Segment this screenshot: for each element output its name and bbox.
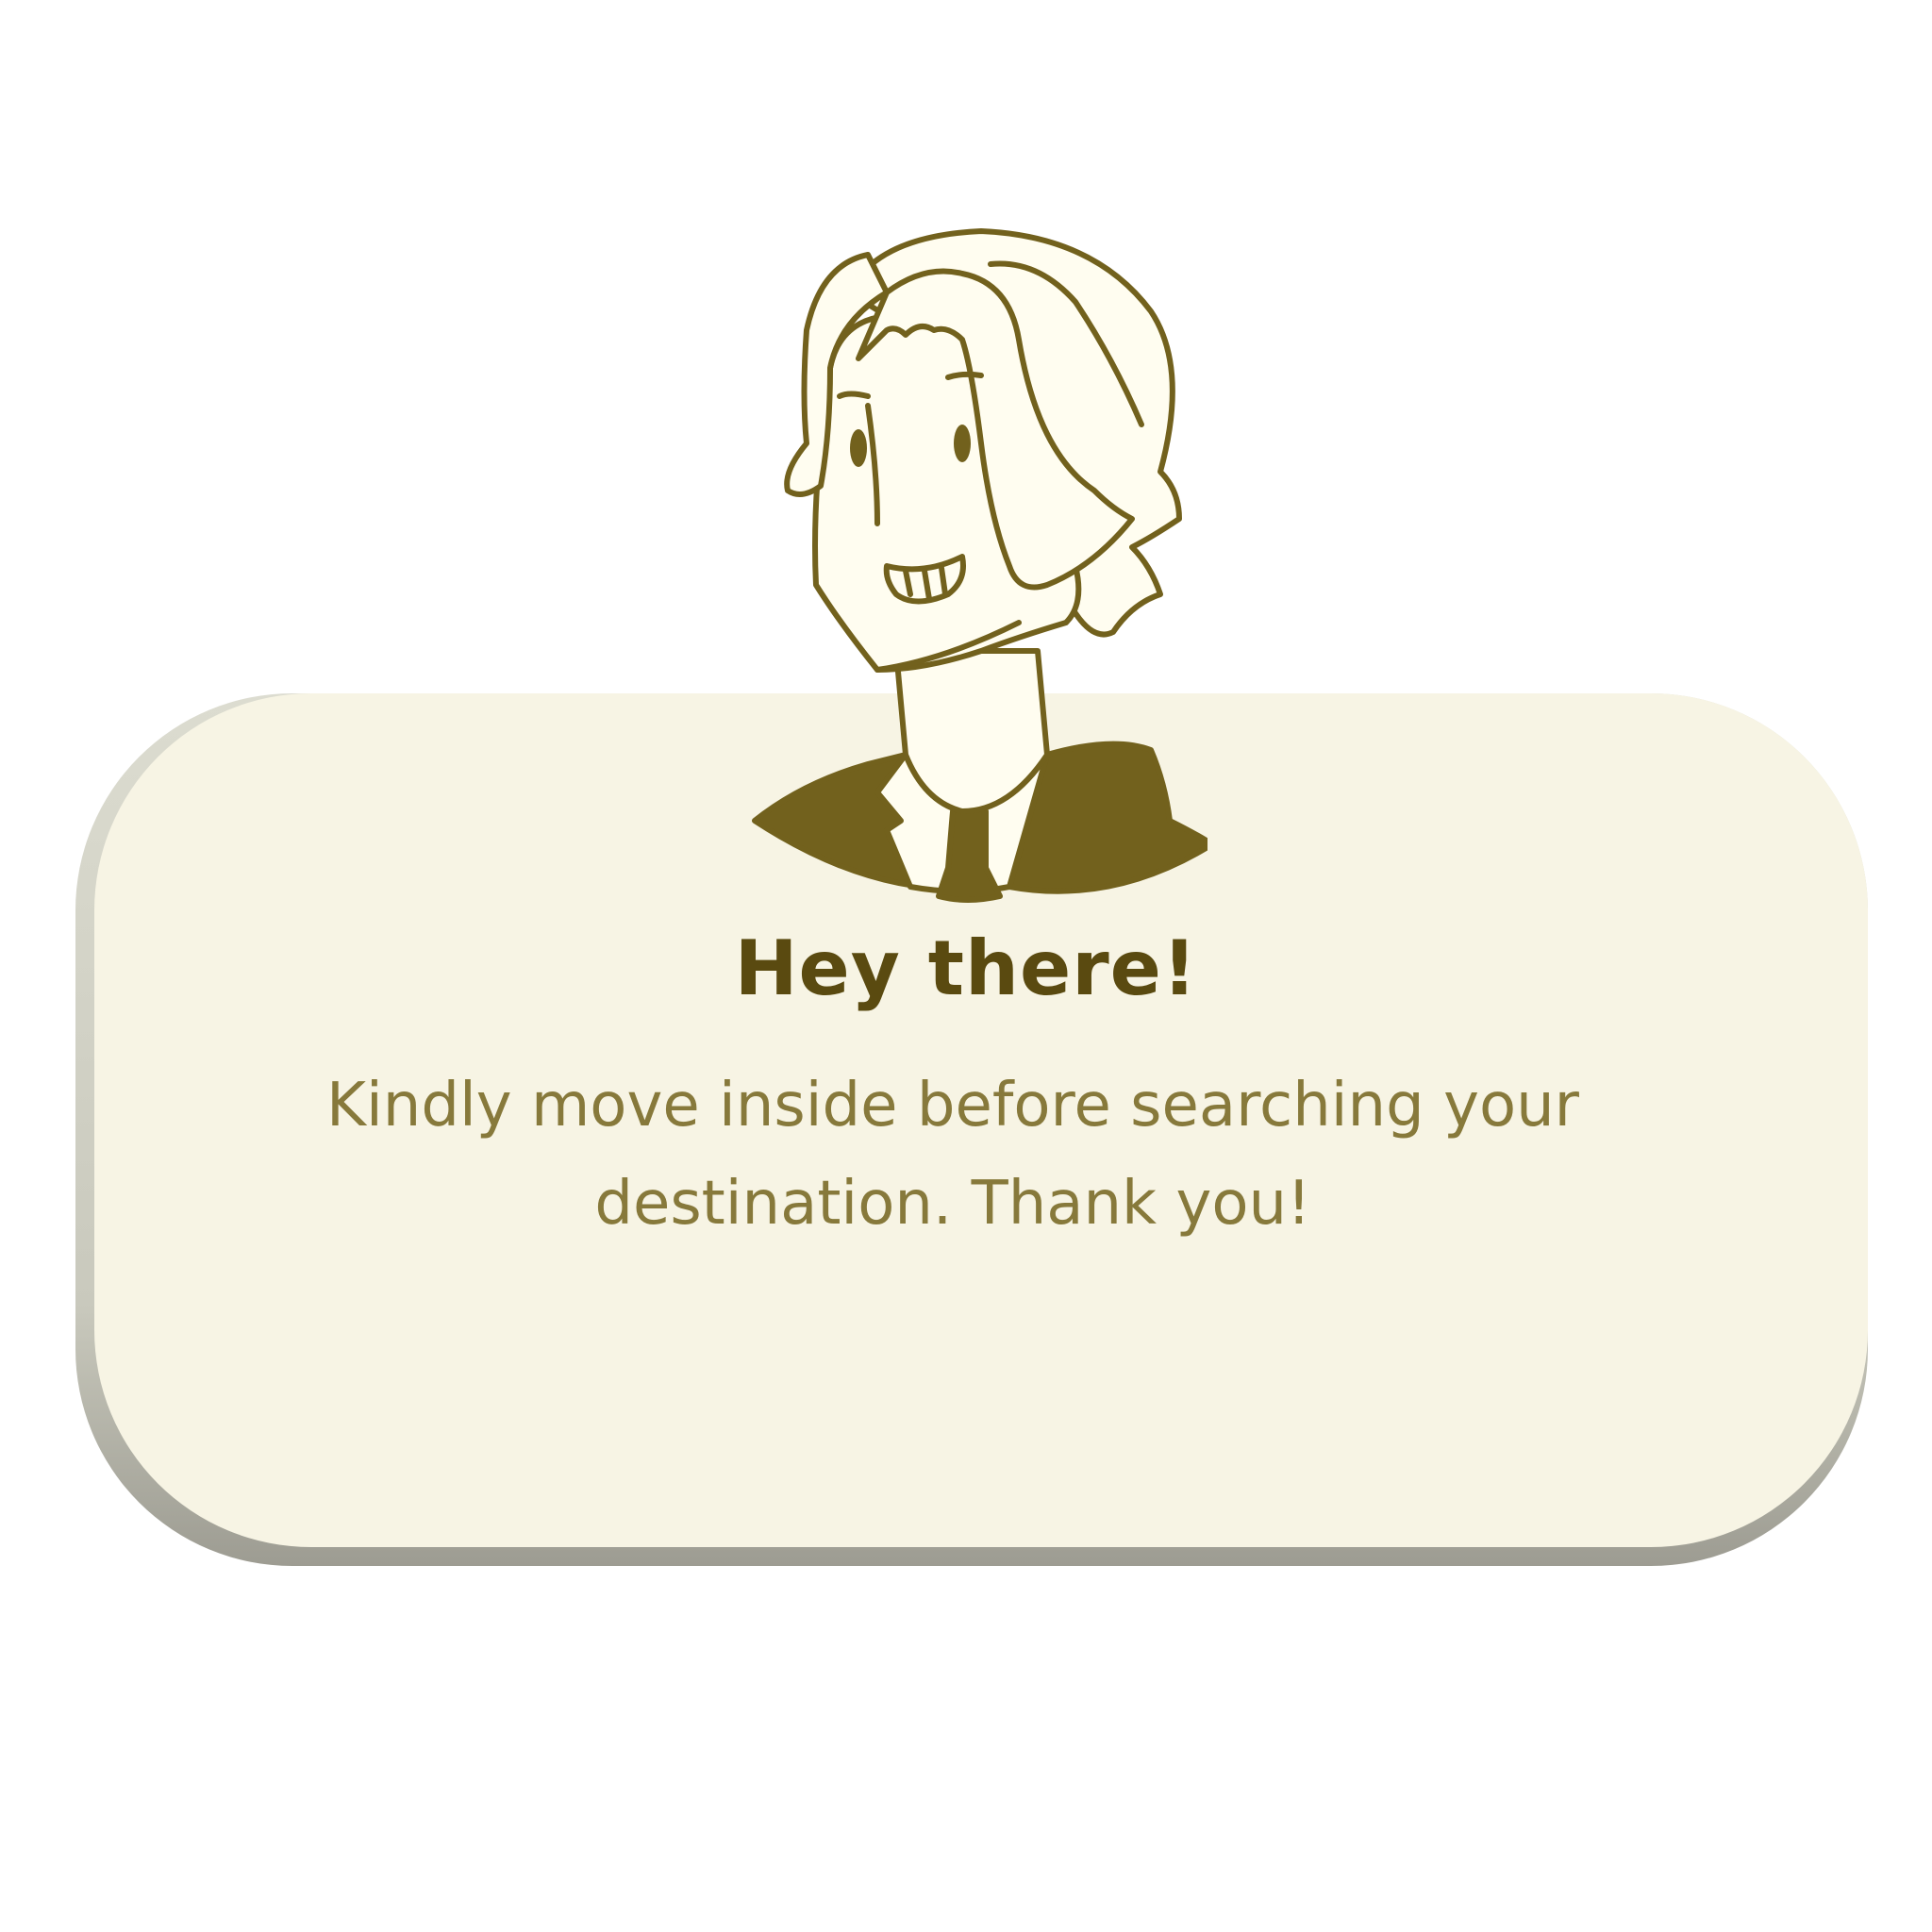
- person-avatar-icon: [752, 228, 1208, 903]
- dialog-title: Hey there!: [734, 924, 1198, 1012]
- dialog-message: Kindly move inside before searching your…: [326, 1071, 1579, 1239]
- popup-screen: Hey there! Kindly move inside before sea…: [0, 0, 1932, 1932]
